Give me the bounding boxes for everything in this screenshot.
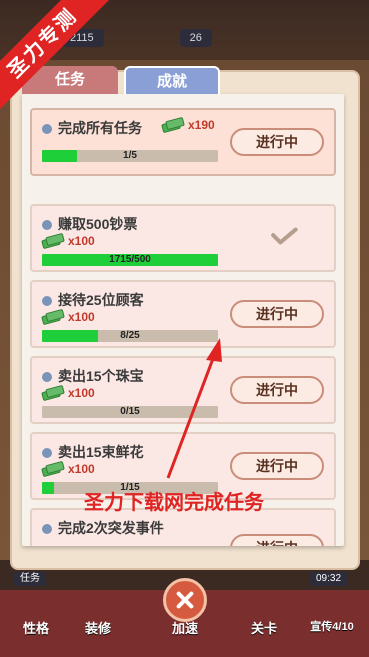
nav-personality[interactable]: 性格: [6, 618, 66, 637]
reward-amount: x100: [68, 234, 95, 248]
cash-icon: [41, 460, 65, 478]
reward: x100: [41, 460, 95, 478]
reward-amount: x100: [68, 386, 95, 400]
reward: x190: [161, 116, 215, 134]
bullet-icon: [42, 220, 52, 230]
achievement-card: 接待25位顾客 x100 8/25 进行中: [30, 280, 336, 348]
achievement-title: 赚取500钞票: [58, 216, 138, 232]
close-button[interactable]: [163, 578, 207, 622]
progress-bar: 0/15: [42, 406, 218, 418]
reward: x100: [41, 384, 95, 402]
in-progress-button[interactable]: 进行中: [230, 128, 324, 156]
in-progress-button[interactable]: 进行中: [230, 376, 324, 404]
achievement-card: 卖出15个珠宝 x100 0/15 进行中: [30, 356, 336, 424]
progress-bar: 1715/500: [42, 254, 218, 266]
cash-icon: [41, 384, 65, 402]
reward-amount: x100: [68, 310, 95, 324]
reward-amount: x100: [68, 462, 95, 476]
tab-achievements[interactable]: 成就: [124, 66, 220, 94]
overlay-caption: 圣力下载网完成任务: [84, 492, 264, 514]
resource-right: 26: [179, 29, 212, 47]
resource-bar: 2115 26: [60, 28, 310, 48]
reward-amount: x190: [188, 118, 215, 132]
task-mini-label: 任务: [14, 572, 46, 586]
progress-bar: 1/5: [42, 150, 218, 162]
bullet-icon: [42, 372, 52, 382]
bullet-icon: [42, 296, 52, 306]
bullet-icon: [42, 524, 52, 534]
achievement-card: 赚取500钞票 x100 1715/500: [30, 204, 336, 272]
achievement-card: 完成所有任务 x190 1/5 进行中: [30, 108, 336, 176]
in-progress-button[interactable]: 进行中: [230, 300, 324, 328]
cash-icon: [41, 308, 65, 326]
progress-label: 1/5: [123, 150, 137, 161]
progress-label: 8/25: [120, 330, 140, 341]
achievement-title: 完成2次突发事件: [58, 520, 164, 536]
clock-label: 09:32: [310, 572, 348, 586]
achievement-title: 完成所有任务: [58, 120, 142, 136]
in-progress-button[interactable]: 进行中: [230, 452, 324, 480]
achievement-title: 卖出15个珠宝: [58, 368, 144, 384]
cash-icon: [161, 116, 185, 134]
progress-label: 1715/500: [109, 254, 151, 265]
nav-decorate[interactable]: 装修: [68, 618, 128, 637]
nav-promotion[interactable]: 宣传4/10: [302, 618, 362, 634]
in-progress-button[interactable]: 进行中: [230, 534, 324, 546]
progress-label: 0/15: [120, 406, 140, 417]
nav-level[interactable]: 关卡: [234, 618, 294, 637]
checkmark-icon: [264, 226, 300, 250]
cash-icon: [41, 232, 65, 250]
achievement-title: 卖出15束鲜花: [58, 444, 144, 460]
bullet-icon: [42, 448, 52, 458]
achievement-list-panel: 完成所有任务 x190 1/5 进行中 赚取500钞票 x100 1715/500 接待25位…: [22, 94, 344, 546]
reward: x100: [41, 308, 95, 326]
reward: x100: [41, 232, 95, 250]
achievement-title: 接待25位顾客: [58, 292, 144, 308]
bullet-icon: [42, 124, 52, 134]
progress-bar: 8/25: [42, 330, 218, 342]
